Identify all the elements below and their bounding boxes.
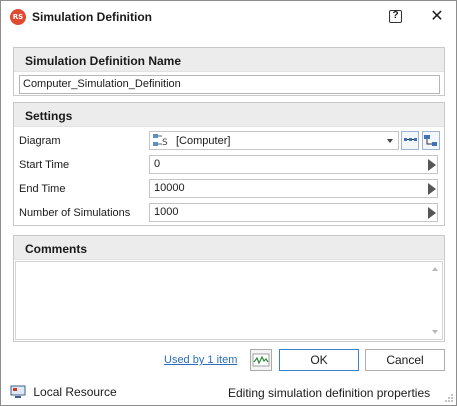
definition-name-input[interactable]: Computer_Simulation_Definition xyxy=(19,75,440,94)
end-time-input[interactable]: 10000 xyxy=(149,179,438,198)
open-diagram-button[interactable] xyxy=(401,131,419,150)
new-diagram-button[interactable] xyxy=(422,131,440,150)
scroll-down-icon[interactable] xyxy=(432,330,438,334)
used-by-link[interactable]: Used by 1 item xyxy=(164,354,237,366)
diagram-select[interactable]: S [Computer] xyxy=(149,131,399,150)
arrow-right-icon[interactable] xyxy=(428,207,436,219)
resize-grip-icon[interactable] xyxy=(444,393,454,403)
name-panel: Simulation Definition Name Computer_Simu… xyxy=(13,47,445,96)
comments-scrollbar[interactable] xyxy=(428,262,442,339)
comments-panel-header: Comments xyxy=(14,236,444,260)
arrow-right-icon[interactable] xyxy=(428,159,436,171)
end-time-label: End Time xyxy=(19,183,66,195)
cancel-button[interactable]: Cancel xyxy=(365,349,445,371)
line-chart-icon xyxy=(252,353,270,367)
ok-button[interactable]: OK xyxy=(279,349,359,371)
dialog-title: Simulation Definition xyxy=(32,10,152,24)
end-time-value: 10000 xyxy=(154,182,185,194)
diagram-value: [Computer] xyxy=(176,135,231,147)
number-of-simulations-input[interactable]: 1000 xyxy=(149,203,438,222)
local-resource-icon xyxy=(10,385,26,398)
start-time-input[interactable]: 0 xyxy=(149,155,438,174)
close-button[interactable]: ✕ xyxy=(428,7,446,25)
start-time-value: 0 xyxy=(154,158,161,170)
plot-button[interactable] xyxy=(250,349,272,371)
chevron-down-icon[interactable] xyxy=(387,139,393,143)
diagram-tree-icon xyxy=(424,135,437,146)
settings-panel-header: Settings xyxy=(14,103,444,127)
simulation-definition-dialog: RS Simulation Definition ? ✕ Simulation … xyxy=(0,0,457,406)
resource-status: Local Resource xyxy=(10,385,117,399)
scroll-up-icon[interactable] xyxy=(432,267,438,271)
status-message: Editing simulation definition properties xyxy=(228,386,431,400)
svg-text:S: S xyxy=(162,138,168,147)
diagram-blocks-icon xyxy=(404,138,417,141)
arrow-right-icon[interactable] xyxy=(428,183,436,195)
comments-textarea[interactable] xyxy=(15,261,443,340)
start-time-label: Start Time xyxy=(19,159,70,171)
diagram-icon: S xyxy=(153,134,168,147)
settings-panel: Settings Diagram S [Computer] Start Time… xyxy=(13,102,445,226)
resource-status-text: Local Resource xyxy=(33,385,117,399)
comments-panel: Comments xyxy=(13,235,445,342)
help-button[interactable]: ? xyxy=(389,10,402,23)
number-of-simulations-value: 1000 xyxy=(154,206,179,218)
title-bar: RS Simulation Definition ? ✕ xyxy=(1,1,456,33)
diagram-label: Diagram xyxy=(19,135,61,147)
number-of-simulations-label: Number of Simulations xyxy=(19,207,131,219)
app-logo-icon: RS xyxy=(10,9,26,25)
name-panel-header: Simulation Definition Name xyxy=(14,48,444,72)
